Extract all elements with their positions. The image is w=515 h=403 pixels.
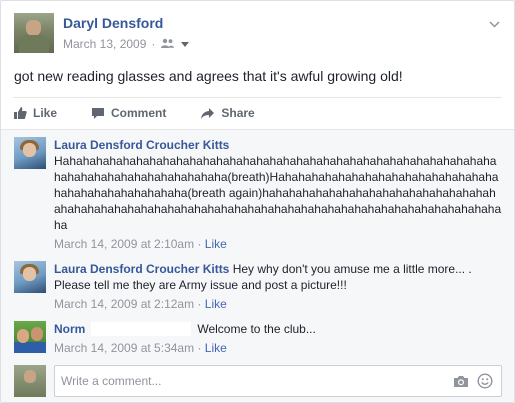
comment-meta: March 14, 2009 at 2:12am · Like xyxy=(54,297,227,311)
post-card: Daryl Densford March 13, 2009 · got new … xyxy=(0,0,515,403)
redacted-name xyxy=(91,322,192,336)
thumbs-up-icon xyxy=(13,106,27,120)
comment-text: Welcome to the club... xyxy=(197,322,316,336)
commenter-avatar[interactable] xyxy=(14,137,46,169)
comments-section: Laura Densford Croucher Kitts Hahahahaha… xyxy=(1,129,514,402)
comment-meta: March 14, 2009 at 2:10am · Like xyxy=(54,237,227,251)
comment-timestamp[interactable]: March 14, 2009 at 2:12am xyxy=(54,297,194,311)
post-options-chevron-icon[interactable] xyxy=(489,19,500,28)
share-button[interactable]: Share xyxy=(200,106,255,120)
like-label: Like xyxy=(33,106,58,120)
comment-composer xyxy=(14,365,502,397)
comment-input[interactable] xyxy=(55,373,453,389)
post-actions: Like Comment Share xyxy=(13,97,502,128)
comment-like-link[interactable]: Like xyxy=(205,297,227,311)
post-header: Daryl Densford March 13, 2009 · xyxy=(14,13,504,55)
composer-avatar xyxy=(14,365,46,397)
comment-timestamp[interactable]: March 14, 2009 at 5:34am xyxy=(54,341,194,355)
emoji-icon[interactable] xyxy=(477,373,493,389)
comment-like-link[interactable]: Like xyxy=(205,341,227,355)
commenter-avatar[interactable] xyxy=(14,261,46,293)
commenter-name[interactable]: Norm xyxy=(54,322,85,336)
commenter-avatar[interactable] xyxy=(14,321,46,353)
chevron-down-icon[interactable] xyxy=(181,37,190,51)
post-text: got new reading glasses and agrees that … xyxy=(14,68,403,84)
comment-input-box[interactable] xyxy=(54,365,502,397)
share-label: Share xyxy=(221,106,255,120)
share-arrow-icon xyxy=(200,107,215,120)
commenter-name[interactable]: Laura Densford Croucher Kitts xyxy=(54,138,229,152)
comment-text: Hahahahahahahahahahahahahahahahahahahaha… xyxy=(54,154,502,232)
comment-meta: March 14, 2009 at 5:34am · Like xyxy=(54,341,227,355)
comment-timestamp[interactable]: March 14, 2009 at 2:10am xyxy=(54,237,194,251)
post-date[interactable]: March 13, 2009 xyxy=(63,37,146,51)
comment-label: Comment xyxy=(111,106,167,120)
commenter-name[interactable]: Laura Densford Croucher Kitts xyxy=(54,262,229,276)
comment-button[interactable]: Comment xyxy=(91,106,166,120)
post-author[interactable]: Daryl Densford xyxy=(63,15,163,31)
post-meta: March 13, 2009 · xyxy=(63,37,190,51)
camera-icon[interactable] xyxy=(453,375,469,388)
meta-separator: · xyxy=(151,37,156,51)
author-avatar[interactable] xyxy=(14,13,54,53)
like-button[interactable]: Like xyxy=(13,106,57,120)
speech-bubble-icon xyxy=(91,107,105,120)
comment-like-link[interactable]: Like xyxy=(205,237,227,251)
friends-icon[interactable] xyxy=(160,37,176,51)
